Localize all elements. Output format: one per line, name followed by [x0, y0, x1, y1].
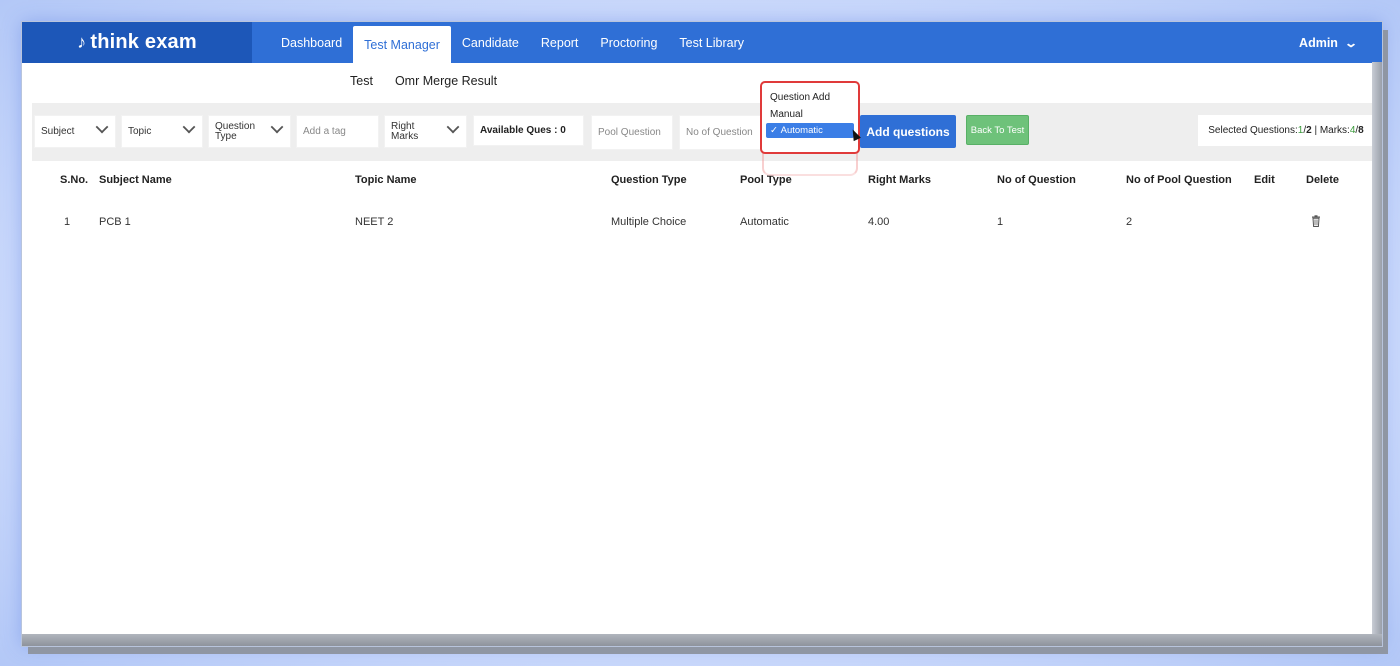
- back-to-test-button[interactable]: Back To Test: [966, 115, 1029, 145]
- col-no-of-pool-question: No of Pool Question: [1126, 174, 1232, 186]
- nav-dashboard[interactable]: Dashboard: [270, 22, 353, 63]
- table-header: S.No. Subject Name Topic Name Question T…: [22, 174, 1362, 194]
- question-add-dropdown: Question Add Manual ✓ Automatic: [760, 81, 861, 154]
- chevron-down-icon: [446, 120, 460, 134]
- dropdown-header: Question Add: [770, 92, 831, 103]
- available-questions: Available Ques : 0: [473, 115, 584, 146]
- filter-bar: Subject Topic Question Type Add a tag Ri…: [32, 103, 1374, 161]
- table-row: 1 PCB 1 NEET 2 Multiple Choice Automatic…: [22, 215, 1362, 236]
- option-automatic-label: Automatic: [780, 125, 823, 136]
- top-navbar: ♪ think exam Dashboard Test Manager Cand…: [22, 22, 1382, 63]
- col-delete: Delete: [1306, 174, 1340, 186]
- option-manual[interactable]: Manual: [770, 109, 803, 120]
- logo-text: think exam: [90, 31, 197, 53]
- cell-sno: 1: [64, 216, 71, 228]
- main-nav: Dashboard Test Manager Candidate Report …: [270, 22, 755, 63]
- cell-question-type: Multiple Choice: [611, 216, 687, 228]
- add-questions-button[interactable]: Add questions: [860, 115, 956, 148]
- col-sno: S.No.: [60, 174, 89, 186]
- subject-select[interactable]: Subject: [34, 115, 116, 148]
- marks-total: 8: [1358, 125, 1364, 136]
- nav-report[interactable]: Report: [530, 22, 590, 63]
- chevron-down-icon: [182, 120, 196, 134]
- col-right-marks: Right Marks: [868, 174, 931, 186]
- question-type-select[interactable]: Question Type: [208, 115, 291, 148]
- nav-proctoring[interactable]: Proctoring: [589, 22, 668, 63]
- subnav-omr-merge-result[interactable]: Omr Merge Result: [395, 74, 497, 88]
- selected-label: Selected Questions:: [1208, 125, 1298, 136]
- cell-no-of-question: 1: [997, 216, 1004, 228]
- chevron-down-icon: [270, 120, 284, 134]
- logo-icon: ♪: [77, 32, 87, 52]
- chevron-down-icon: [95, 120, 109, 134]
- cell-right-marks: 4.00: [868, 216, 890, 228]
- right-marks-select[interactable]: Right Marks: [384, 115, 467, 148]
- col-subject-name: Subject Name: [99, 174, 172, 186]
- tag-input[interactable]: Add a tag: [296, 115, 379, 148]
- admin-label: Admin: [1299, 35, 1338, 50]
- cell-topic: NEET 2: [355, 216, 394, 228]
- topic-select-label: Topic: [128, 126, 152, 137]
- cell-pool-type: Automatic: [740, 216, 789, 228]
- marks-label: Marks:: [1319, 125, 1350, 136]
- nav-candidate[interactable]: Candidate: [451, 22, 530, 63]
- app-window: ♪ think exam Dashboard Test Manager Cand…: [22, 22, 1382, 646]
- subject-select-label: Subject: [41, 126, 75, 137]
- col-no-of-question: No of Question: [997, 174, 1076, 186]
- option-automatic[interactable]: ✓ Automatic: [766, 123, 854, 138]
- col-edit: Edit: [1254, 174, 1275, 186]
- mouse-cursor-icon: [849, 127, 861, 142]
- selected-summary: Selected Questions: 1 / 2 | Marks: 4 / 8: [1198, 115, 1374, 146]
- col-question-type: Question Type: [611, 174, 687, 186]
- question-type-label-1: Question: [215, 120, 256, 132]
- right-marks-label-2: Marks: [391, 130, 419, 142]
- cell-subject: PCB 1: [99, 216, 131, 228]
- question-type-label-2: Type: [215, 130, 237, 142]
- col-topic-name: Topic Name: [355, 174, 417, 186]
- pool-question-input[interactable]: Pool Question: [591, 115, 673, 150]
- topic-select[interactable]: Topic: [121, 115, 203, 148]
- sub-nav: Test Omr Merge Result: [350, 74, 497, 88]
- no-of-question-input[interactable]: No of Question: [679, 115, 761, 150]
- check-icon: ✓: [770, 125, 778, 136]
- cell-no-of-pool-question: 2: [1126, 216, 1133, 228]
- trash-icon[interactable]: [1311, 215, 1321, 227]
- chevron-down-icon: ⌄: [1343, 35, 1359, 50]
- nav-test-library[interactable]: Test Library: [668, 22, 755, 63]
- right-marks-label-1: Right: [391, 120, 415, 132]
- subnav-test[interactable]: Test: [350, 74, 373, 88]
- nav-test-manager[interactable]: Test Manager: [353, 26, 451, 63]
- brand-logo[interactable]: ♪ think exam: [22, 22, 252, 63]
- admin-menu[interactable]: Admin ⌄: [1299, 22, 1359, 63]
